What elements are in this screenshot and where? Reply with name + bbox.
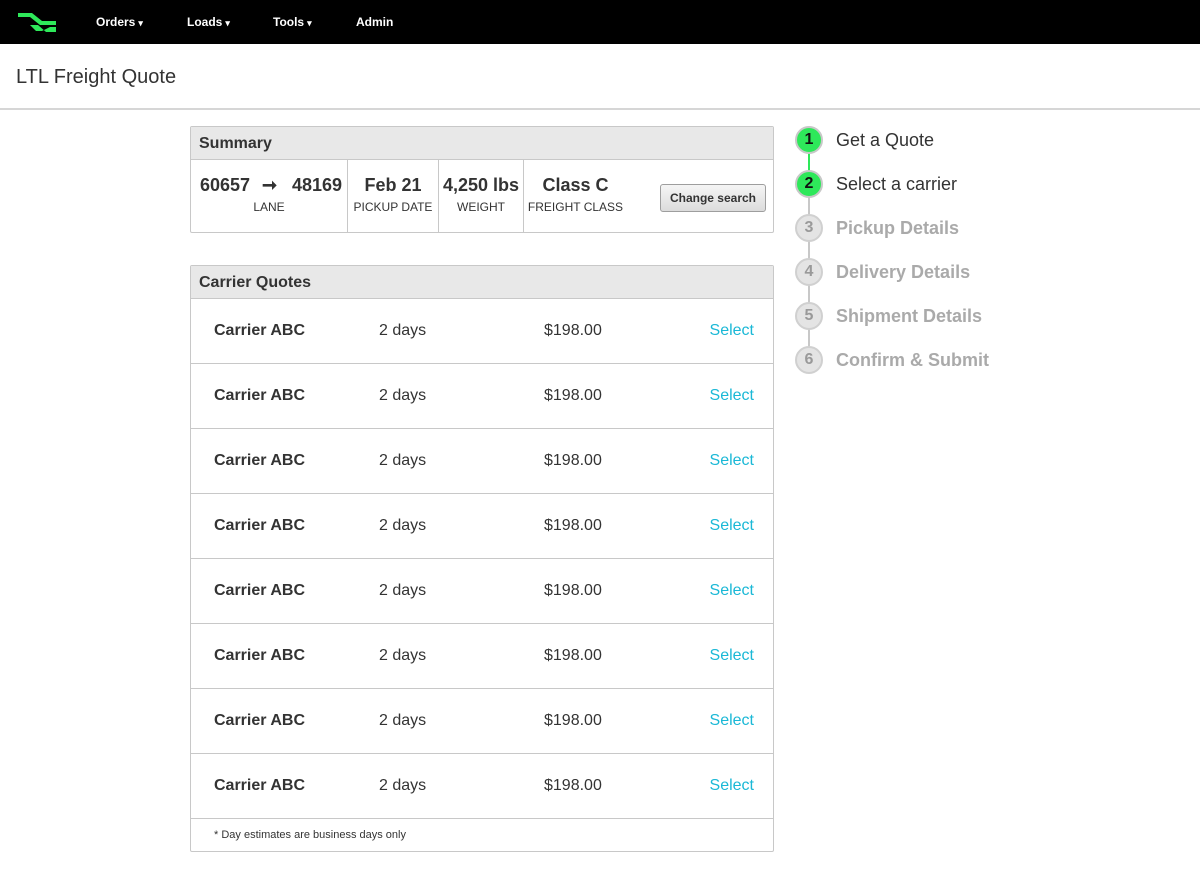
freight-class-value: Class C <box>542 175 609 195</box>
quote-price: $198.00 <box>544 517 602 534</box>
step-select-a-carrier[interactable]: 2 Select a carrier <box>795 170 1075 198</box>
arrow-logo-icon[interactable] <box>16 9 58 35</box>
quote-price: $198.00 <box>544 777 602 794</box>
step-label: Shipment Details <box>836 306 983 326</box>
summary-body: 60657 ➞ 48169 LANE Feb 21 PICKUP DATE 4,… <box>191 160 773 232</box>
quote-row: Carrier ABC 2 days $198.00 Select <box>191 429 773 494</box>
step-get-a-quote[interactable]: 1 Get a Quote <box>795 126 1075 154</box>
progress-steps: 1 Get a Quote 2 Select a carrier 3 Picku… <box>795 126 1075 386</box>
carrier-name: Carrier ABC <box>214 517 305 534</box>
quote-row: Carrier ABC 2 days $198.00 Select <box>191 624 773 689</box>
select-carrier-link[interactable]: Select <box>710 387 754 405</box>
transit-days: 2 days <box>379 517 427 534</box>
lane-origin: 60657 <box>200 175 251 195</box>
quote-price: $198.00 <box>544 647 602 664</box>
carrier-name: Carrier ABC <box>214 712 305 729</box>
carrier-name: Carrier ABC <box>214 387 305 404</box>
quote-row: Carrier ABC 2 days $198.00 Select <box>191 494 773 559</box>
nav-loads[interactable]: Loads ▾ <box>187 14 230 31</box>
quote-price: $198.00 <box>544 712 602 729</box>
quote-row: Carrier ABC 2 days $198.00 Select <box>191 689 773 754</box>
select-carrier-link[interactable]: Select <box>710 582 754 600</box>
lane-cell: 60657 ➞ 48169 LANE <box>191 160 348 232</box>
carrier-quotes-panel: Carrier Quotes Carrier ABC 2 days $198.0… <box>190 265 774 852</box>
nav-tools[interactable]: Tools ▾ <box>273 14 312 31</box>
carrier-quotes-heading: Carrier Quotes <box>191 266 773 299</box>
carrier-name: Carrier ABC <box>214 452 305 469</box>
transit-days: 2 days <box>379 777 427 794</box>
step-label: Select a carrier <box>836 174 958 194</box>
transit-days: 2 days <box>379 582 427 599</box>
quote-row: Carrier ABC 2 days $198.00 Select <box>191 364 773 429</box>
nav-admin[interactable]: Admin <box>356 14 393 30</box>
quote-row: Carrier ABC 2 days $198.00 Select <box>191 559 773 624</box>
freight-class-label: FREIGHT CLASS <box>527 200 624 214</box>
nav-tools-label: Tools <box>273 15 305 29</box>
transit-days: 2 days <box>379 387 427 404</box>
select-carrier-link[interactable]: Select <box>710 452 754 470</box>
step-number-badge: 3 <box>795 214 823 242</box>
nav-orders[interactable]: Orders ▾ <box>96 14 143 31</box>
carrier-name: Carrier ABC <box>214 322 305 339</box>
step-pickup-details: 3 Pickup Details <box>795 214 1075 242</box>
pickup-date-label: PICKUP DATE <box>353 200 433 214</box>
step-delivery-details: 4 Delivery Details <box>795 258 1075 286</box>
step-label: Delivery Details <box>836 262 971 282</box>
step-shipment-details: 5 Shipment Details <box>795 302 1075 330</box>
pickup-date-value: Feb 21 <box>364 175 422 195</box>
chevron-down-icon: ▾ <box>138 18 143 28</box>
quote-row: Carrier ABC 2 days $198.00 Select <box>191 299 773 364</box>
step-number-badge: 6 <box>795 346 823 374</box>
weight-value: 4,250 lbs <box>442 175 520 195</box>
transit-days: 2 days <box>379 322 427 339</box>
nav-loads-label: Loads <box>187 15 223 29</box>
business-days-footnote: * Day estimates are business days only <box>214 829 406 841</box>
step-number-badge: 1 <box>795 126 823 154</box>
select-carrier-link[interactable]: Select <box>710 712 754 730</box>
transit-days: 2 days <box>379 452 427 469</box>
lane-label: LANE <box>253 200 285 214</box>
nav-orders-label: Orders <box>96 15 136 29</box>
summary-panel: Summary 60657 ➞ 48169 LANE Feb 21 PICKUP… <box>190 126 774 233</box>
quote-price: $198.00 <box>544 387 602 404</box>
page-header: LTL Freight Quote <box>0 44 1200 110</box>
select-carrier-link[interactable]: Select <box>710 517 754 535</box>
nav-admin-label: Admin <box>356 15 394 29</box>
quote-price: $198.00 <box>544 452 602 469</box>
carrier-name: Carrier ABC <box>214 777 305 794</box>
arrow-right-icon: ➞ <box>262 175 278 195</box>
page-title: LTL Freight Quote <box>16 66 177 88</box>
weight-cell: 4,250 lbs WEIGHT <box>439 160 524 232</box>
transit-days: 2 days <box>379 647 427 664</box>
step-number-badge: 5 <box>795 302 823 330</box>
carrier-name: Carrier ABC <box>214 582 305 599</box>
transit-days: 2 days <box>379 712 427 729</box>
select-carrier-link[interactable]: Select <box>710 322 754 340</box>
chevron-down-icon: ▾ <box>307 18 312 28</box>
quote-row: Carrier ABC 2 days $198.00 Select <box>191 754 773 819</box>
chevron-down-icon: ▾ <box>225 18 230 28</box>
summary-heading: Summary <box>191 127 773 160</box>
select-carrier-link[interactable]: Select <box>710 647 754 665</box>
step-confirm-submit: 6 Confirm & Submit <box>795 346 1075 374</box>
change-search-button[interactable]: Change search <box>660 184 766 212</box>
carrier-name: Carrier ABC <box>214 647 305 664</box>
freight-class-cell: Class C FREIGHT CLASS <box>524 160 627 232</box>
step-label: Get a Quote <box>836 130 935 150</box>
step-label: Confirm & Submit <box>836 350 989 370</box>
lane-destination: 48169 <box>292 175 343 195</box>
quote-price: $198.00 <box>544 582 602 599</box>
pickup-cell: Feb 21 PICKUP DATE <box>348 160 439 232</box>
step-number-badge: 4 <box>795 258 823 286</box>
select-carrier-link[interactable]: Select <box>710 777 754 795</box>
weight-label: WEIGHT <box>457 200 505 214</box>
top-nav: Orders ▾ Loads ▾ Tools ▾ Admin <box>0 0 1200 44</box>
step-label: Pickup Details <box>836 218 960 238</box>
step-number-badge: 2 <box>795 170 823 198</box>
quote-price: $198.00 <box>544 322 602 339</box>
